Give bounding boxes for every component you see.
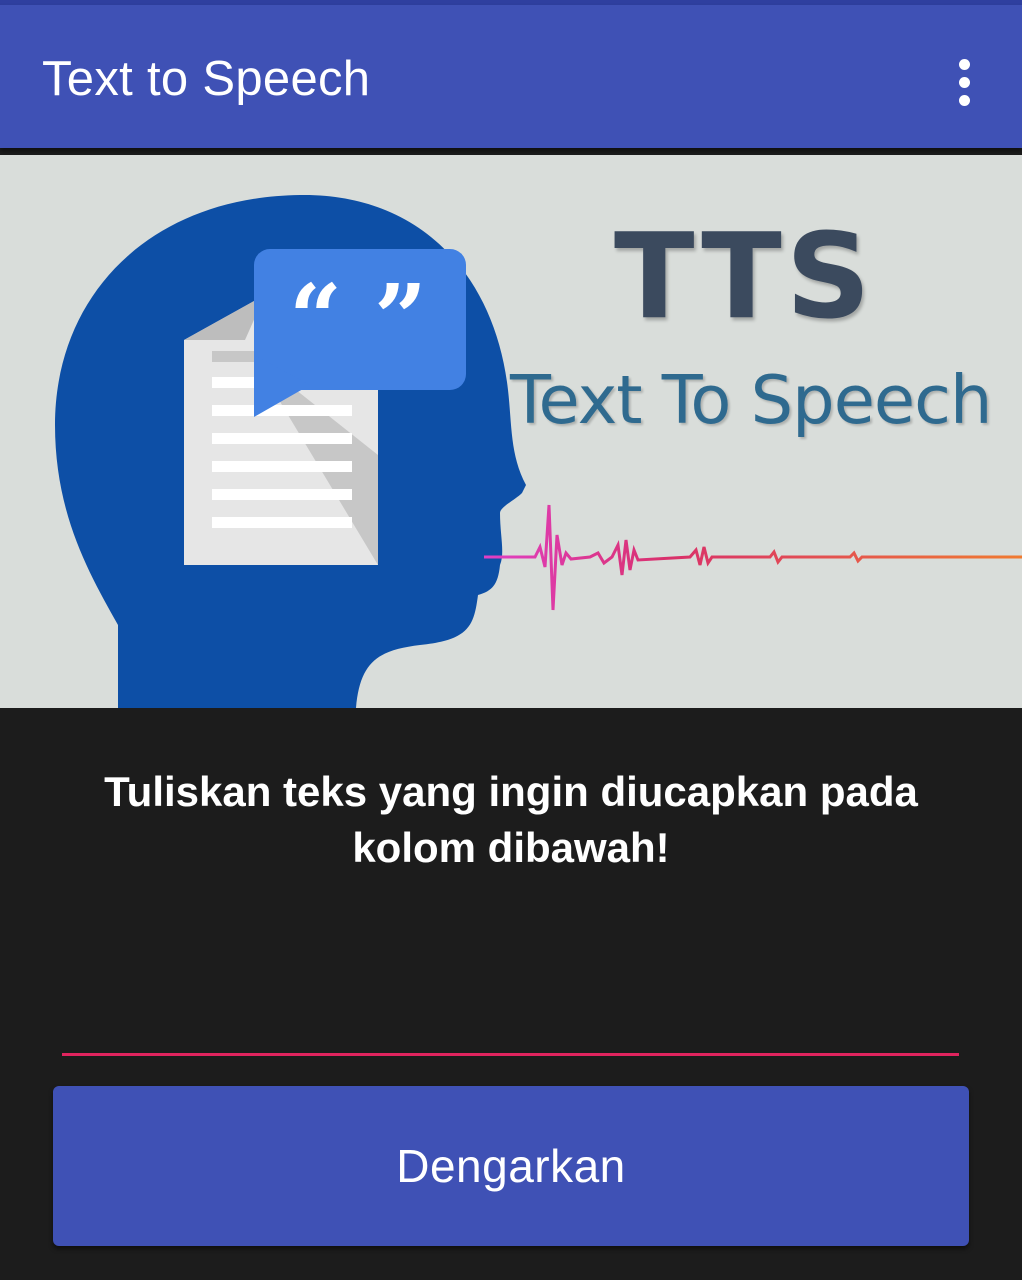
menu-dot xyxy=(958,94,970,106)
more-vert-icon[interactable] xyxy=(940,51,988,113)
menu-dot xyxy=(958,58,970,70)
app-bar: Text to Speech xyxy=(0,5,1022,148)
instruction-text: Tuliskan teks yang ingin diucapkan pada … xyxy=(104,768,918,871)
banner-heading: TTS xyxy=(614,207,875,345)
tts-banner-image: “ ” TTS Text To Speech xyxy=(0,155,1022,708)
menu-dot xyxy=(958,76,970,88)
banner-subtitle: Text To Speech xyxy=(510,361,992,439)
speech-text-input[interactable] xyxy=(62,980,959,1056)
screen: Text to Speech “ ” TTS Text To Speech Tu… xyxy=(0,0,1022,1280)
listen-button[interactable]: Dengarkan xyxy=(53,1086,969,1246)
sound-wave-icon xyxy=(484,504,1022,611)
app-title: Text to Speech xyxy=(42,52,371,106)
quote-glyph: “ ” xyxy=(289,264,427,372)
